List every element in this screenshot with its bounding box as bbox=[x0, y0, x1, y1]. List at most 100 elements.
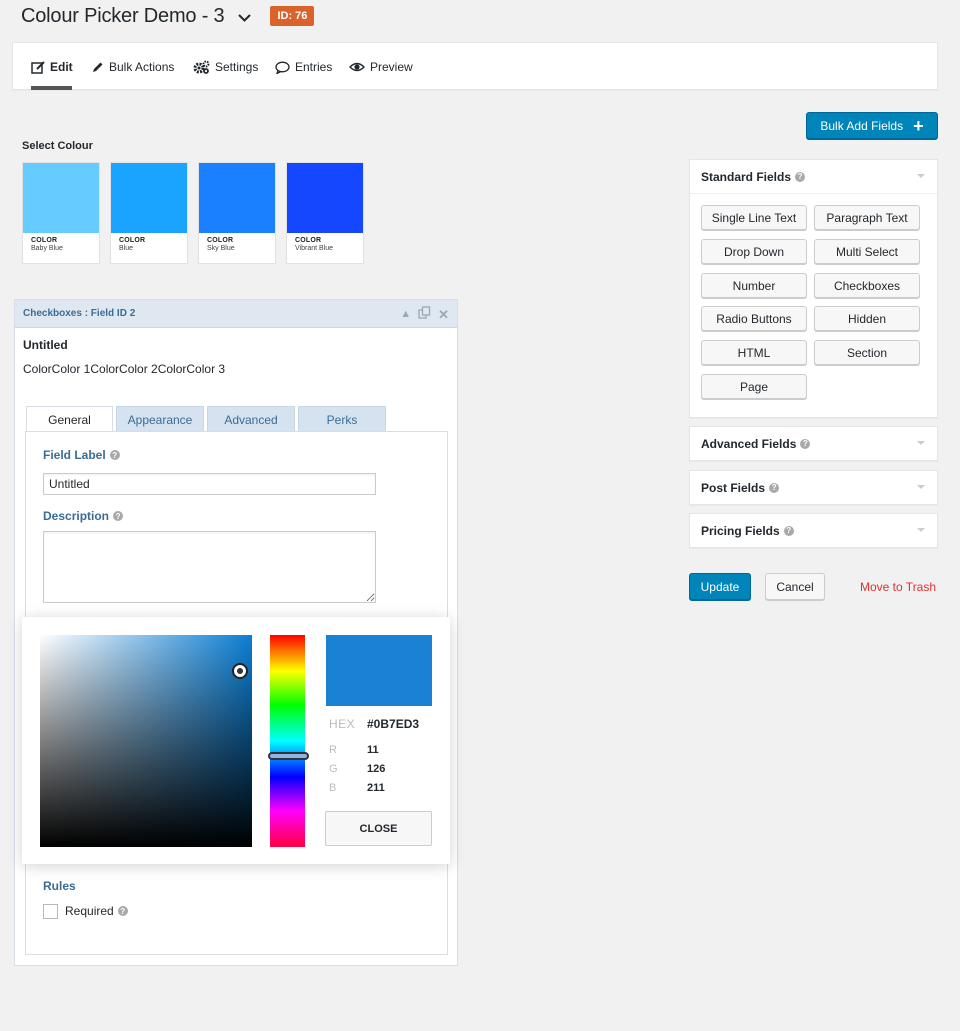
required-label-text: Required bbox=[65, 904, 114, 918]
advanced-fields-header[interactable]: Advanced Fields ? bbox=[690, 427, 937, 460]
comment-icon bbox=[275, 61, 290, 74]
description-textarea[interactable] bbox=[43, 531, 376, 603]
toolbar-edit-label: Edit bbox=[50, 60, 73, 74]
hex-key: HEX bbox=[329, 717, 356, 731]
standard-fields-title: Standard Fields bbox=[701, 169, 792, 184]
swatch-name: Vibrant Blue bbox=[295, 245, 334, 252]
field-tabs: General Appearance Advanced Perks bbox=[26, 406, 386, 433]
tab-general[interactable]: General bbox=[26, 406, 113, 433]
field-preview-label: Untitled bbox=[23, 338, 68, 352]
required-checkbox[interactable] bbox=[43, 904, 58, 919]
toolbar-settings-label: Settings bbox=[215, 60, 259, 74]
r-row: R 11 bbox=[329, 744, 379, 756]
tab-perks[interactable]: Perks bbox=[298, 406, 386, 432]
advanced-fields-title: Advanced Fields bbox=[701, 436, 797, 451]
pricing-fields-box: Pricing Fields ? bbox=[689, 513, 938, 548]
swatch-vibrant-blue[interactable]: COLOR Vibrant Blue bbox=[286, 162, 364, 264]
edit-icon bbox=[31, 60, 45, 74]
color-preview bbox=[326, 635, 432, 706]
tab-advanced[interactable]: Advanced bbox=[207, 406, 295, 432]
post-fields-box: Post Fields ? bbox=[689, 470, 938, 505]
g-value[interactable]: 126 bbox=[367, 763, 385, 775]
add-hidden-button[interactable]: Hidden bbox=[814, 306, 920, 331]
close-picker-button[interactable]: CLOSE bbox=[325, 811, 432, 846]
required-label: Required ? bbox=[65, 904, 128, 918]
toolbar-bulk-actions[interactable]: Bulk Actions bbox=[91, 60, 174, 74]
page-header: Colour Picker Demo - 3 ID: 76 bbox=[21, 3, 315, 29]
toolbar-bulk-actions-label: Bulk Actions bbox=[109, 60, 175, 74]
b-value[interactable]: 211 bbox=[367, 782, 385, 794]
rules-title: Rules bbox=[43, 879, 76, 893]
swatch-code: COLOR bbox=[31, 237, 58, 244]
caret-down-icon bbox=[917, 485, 925, 489]
help-icon[interactable]: ? bbox=[117, 906, 128, 916]
duplicate-icon[interactable] bbox=[418, 306, 431, 322]
r-key: R bbox=[329, 744, 338, 756]
hex-value[interactable]: #0B7ED3 bbox=[367, 717, 419, 731]
add-number-button[interactable]: Number bbox=[701, 273, 807, 298]
field-panel-title: Checkboxes : Field ID 2 bbox=[23, 308, 136, 319]
standard-fields-header[interactable]: Standard Fields ? bbox=[690, 160, 937, 193]
add-page-button[interactable]: Page bbox=[701, 374, 807, 399]
add-section-button[interactable]: Section bbox=[814, 340, 920, 365]
help-icon[interactable]: ? bbox=[109, 450, 120, 460]
add-html-button[interactable]: HTML bbox=[701, 340, 807, 365]
field-label-input[interactable] bbox=[43, 473, 376, 495]
saturation-value-area[interactable] bbox=[40, 635, 252, 847]
add-single-line-text-button[interactable]: Single Line Text bbox=[701, 205, 807, 230]
cancel-button[interactable]: Cancel bbox=[765, 573, 825, 600]
g-key: G bbox=[329, 763, 339, 775]
add-checkboxes-button[interactable]: Checkboxes bbox=[814, 273, 920, 298]
chevron-down-icon[interactable] bbox=[236, 10, 252, 26]
toolbar-edit[interactable]: Edit bbox=[31, 60, 73, 74]
pencil-icon bbox=[91, 61, 104, 74]
hex-row: HEX #0B7ED3 bbox=[329, 717, 419, 731]
swatch-blue[interactable]: COLOR Blue bbox=[110, 162, 188, 264]
collapse-icon[interactable]: ▲ bbox=[400, 308, 411, 320]
r-value[interactable]: 11 bbox=[367, 744, 379, 756]
toolbar-entries-label: Entries bbox=[295, 60, 333, 74]
swatch-baby-blue[interactable]: COLOR Baby Blue bbox=[22, 162, 100, 264]
pricing-fields-title: Pricing Fields bbox=[701, 523, 780, 538]
standard-fields-buttons: Single Line Text Paragraph Text Drop Dow… bbox=[690, 193, 937, 417]
bulk-add-fields-label: Bulk Add Fields bbox=[820, 118, 904, 133]
b-row: B 211 bbox=[329, 782, 385, 794]
help-icon[interactable]: ? bbox=[769, 482, 780, 493]
saturation-cursor[interactable] bbox=[232, 663, 248, 679]
tab-appearance[interactable]: Appearance bbox=[116, 406, 204, 432]
help-icon[interactable]: ? bbox=[800, 438, 811, 449]
g-row: G 126 bbox=[329, 763, 385, 775]
field-panel-header[interactable]: Checkboxes : Field ID 2 bbox=[15, 300, 457, 328]
b-key: B bbox=[329, 782, 337, 794]
add-paragraph-text-button[interactable]: Paragraph Text bbox=[814, 205, 920, 230]
swatch-code: COLOR bbox=[207, 237, 234, 244]
add-radio-buttons-button[interactable]: Radio Buttons bbox=[701, 306, 807, 331]
swatch-sky-blue[interactable]: COLOR Sky Blue bbox=[198, 162, 276, 264]
description-title-text: Description bbox=[43, 509, 110, 523]
add-multi-select-button[interactable]: Multi Select bbox=[814, 239, 920, 264]
page-title: Colour Picker Demo - 3 bbox=[21, 4, 225, 27]
field-preview-choices: ColorColor 1ColorColor 2ColorColor 3 bbox=[23, 362, 226, 376]
move-to-trash-link[interactable]: Move to Trash bbox=[860, 580, 936, 594]
toolbar-preview[interactable]: Preview bbox=[349, 60, 413, 74]
advanced-fields-box: Advanced Fields ? bbox=[689, 426, 938, 461]
update-button[interactable]: Update bbox=[689, 573, 751, 600]
hue-slider[interactable] bbox=[270, 635, 305, 847]
hue-slider-handle[interactable] bbox=[268, 752, 309, 760]
select-colour-title: Select Colour bbox=[22, 140, 93, 152]
post-fields-title: Post Fields bbox=[701, 480, 766, 495]
add-drop-down-button[interactable]: Drop Down bbox=[701, 239, 807, 264]
delete-icon[interactable]: ✕ bbox=[438, 308, 449, 321]
swatch-name: Baby Blue bbox=[31, 245, 63, 252]
help-icon[interactable]: ? bbox=[795, 171, 806, 182]
help-icon[interactable]: ? bbox=[783, 525, 794, 536]
swatch-code: COLOR bbox=[295, 237, 322, 244]
post-fields-header[interactable]: Post Fields ? bbox=[690, 471, 937, 504]
toolbar-settings[interactable]: Settings bbox=[193, 60, 258, 74]
bulk-add-fields-button[interactable]: Bulk Add Fields + bbox=[806, 112, 938, 139]
help-icon[interactable]: ? bbox=[113, 511, 124, 521]
toolbar-entries[interactable]: Entries bbox=[275, 60, 332, 74]
caret-down-icon bbox=[917, 441, 925, 445]
swatch-name: Sky Blue bbox=[207, 245, 235, 252]
pricing-fields-header[interactable]: Pricing Fields ? bbox=[690, 514, 937, 547]
